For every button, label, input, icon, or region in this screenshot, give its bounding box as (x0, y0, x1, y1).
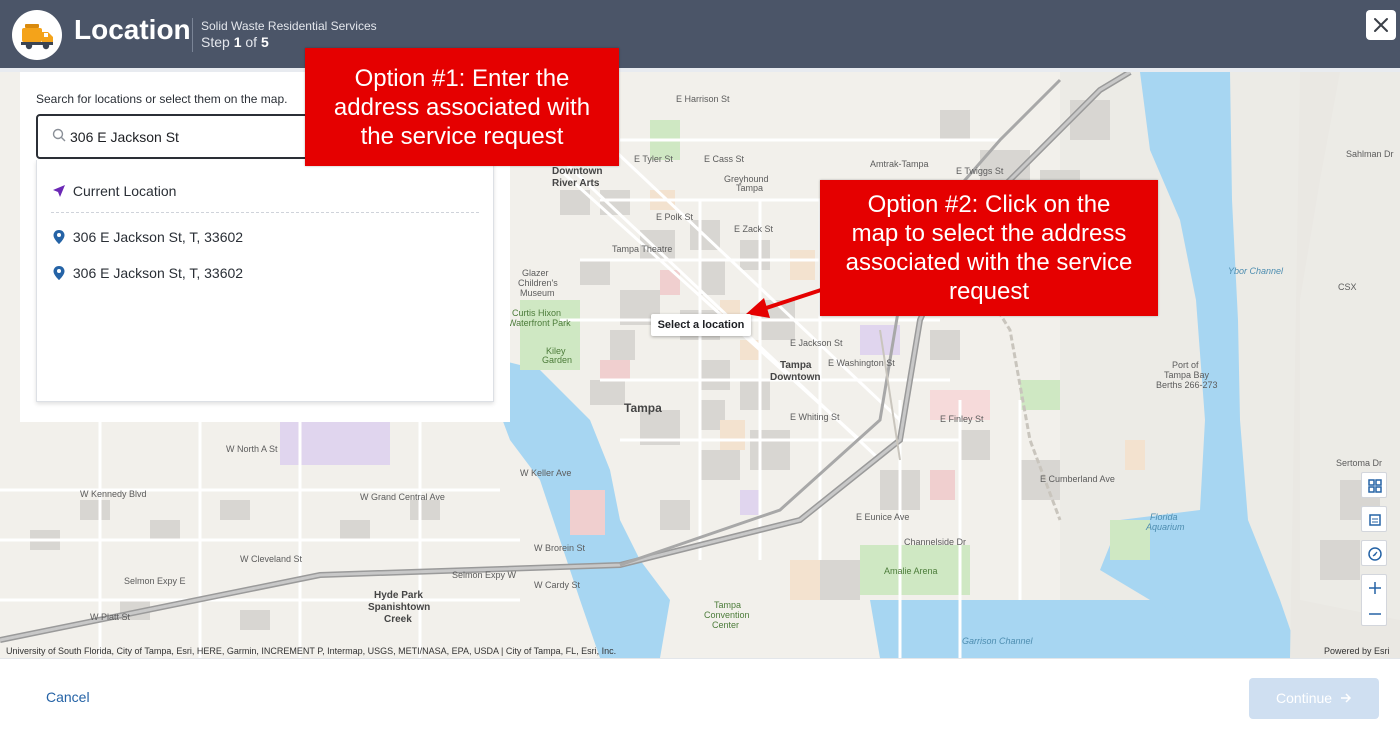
callout-option-1: Option #1: Enter the address associated … (305, 48, 619, 166)
suggestions-dropdown: Current Location 306 E Jackson St, T, 33… (36, 160, 494, 402)
step-word: Step (201, 34, 230, 50)
close-icon (1374, 18, 1388, 32)
modal-header: Location Solid Waste Residential Service… (0, 0, 1400, 68)
step-total: 5 (260, 34, 269, 50)
callout-option-2-line-2: map to select the address (851, 220, 1127, 247)
callout-option-2: Option #2: Click on the map to select th… (820, 180, 1158, 316)
callout-option-1-line-1: Option #1: Enter the (354, 65, 570, 92)
header-divider (192, 18, 193, 52)
callout-option-2-line-4: request (948, 278, 1030, 305)
search-icon (52, 128, 66, 142)
arrow-right-icon (1340, 693, 1352, 703)
continue-label: Continue (1276, 690, 1333, 706)
step-of: of (245, 34, 258, 50)
callout-option-1-line-2: address associated with (333, 94, 591, 121)
suggestion-label: 306 E Jackson St, T, 33602 (72, 265, 244, 281)
current-location-option[interactable]: Current Location (51, 183, 176, 199)
suggestion-label: 306 E Jackson St, T, 33602 (72, 229, 244, 245)
logo-badge (12, 10, 62, 60)
callout-option-2-line-1: Option #2: Click on the (867, 191, 1111, 218)
select-location-tooltip: Select a location (651, 314, 751, 336)
map-pin-icon (53, 230, 65, 244)
dropdown-divider (51, 212, 479, 213)
step-current: 1 (233, 34, 242, 50)
search-hint: Search for locations or select them on t… (36, 92, 288, 106)
map-pin-icon (53, 266, 65, 280)
search-value: 306 E Jackson St (70, 129, 179, 145)
current-location-label: Current Location (72, 183, 177, 199)
navigation-arrow-icon (53, 185, 65, 197)
callout-option-1-line-3: the service request (360, 123, 564, 150)
modal-footer: Cancel Continue (0, 658, 1400, 738)
page-title: Location (74, 14, 191, 45)
callout-option-2-line-3: associated with the service (845, 249, 1133, 276)
suggestion-item[interactable]: 306 E Jackson St, T, 33602 (51, 265, 243, 281)
garbage-truck-icon (21, 24, 53, 50)
continue-button[interactable]: Continue (1249, 678, 1379, 719)
cancel-button[interactable]: Cancel (46, 689, 90, 705)
service-name: Solid Waste Residential Services (201, 19, 377, 33)
step-indicator: Step 1 of 5 (201, 34, 269, 50)
close-button[interactable] (1366, 10, 1396, 40)
suggestion-item[interactable]: 306 E Jackson St, T, 33602 (51, 229, 243, 245)
